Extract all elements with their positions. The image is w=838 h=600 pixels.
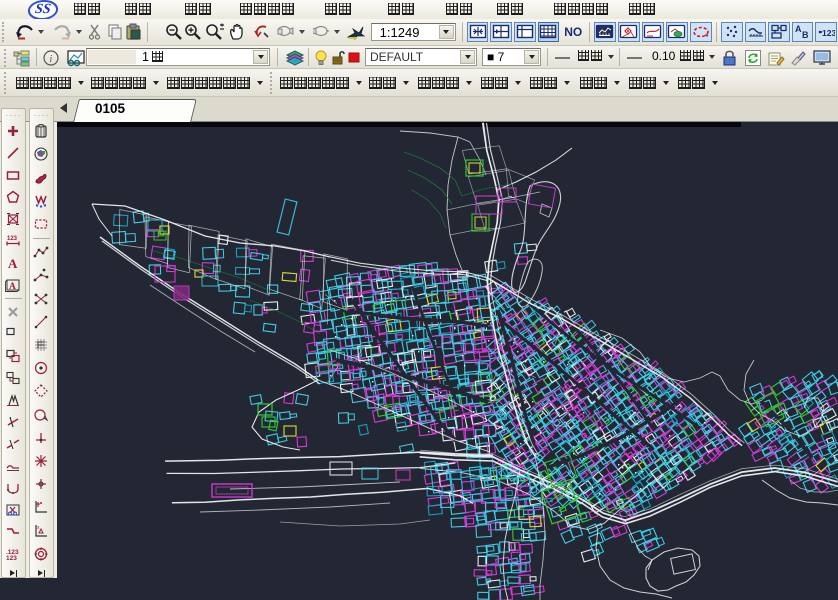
svg-text:A: A (9, 282, 16, 292)
svg-text:123: 123 (6, 555, 17, 562)
svg-text:B: B (802, 30, 809, 40)
svg-text:x: x (37, 525, 40, 531)
svg-text:A: A (795, 24, 802, 34)
svg-text:123: 123 (7, 236, 18, 242)
svg-text:A: A (8, 256, 18, 271)
svg-text:i: i (50, 54, 53, 65)
svg-text:123: 123 (822, 28, 835, 38)
